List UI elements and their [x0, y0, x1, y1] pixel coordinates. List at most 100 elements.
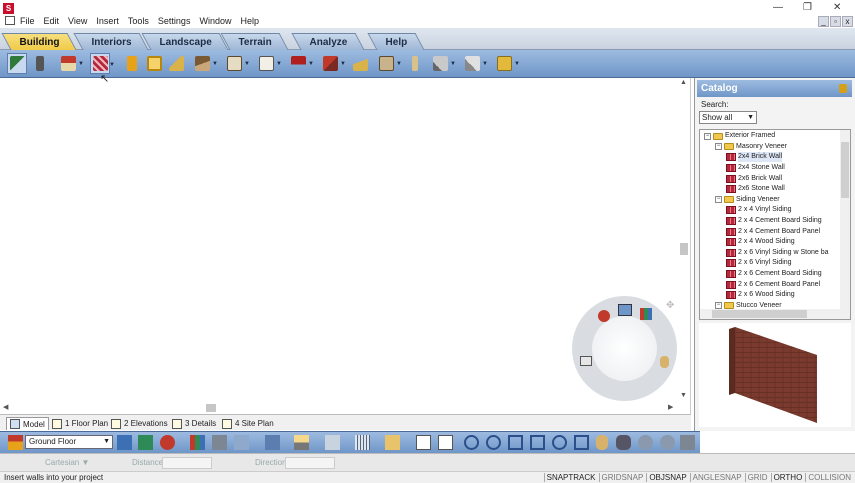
close-icon[interactable]: ✕: [833, 2, 841, 13]
export-icon[interactable]: [438, 435, 453, 450]
2d-grid-icon[interactable]: [138, 435, 153, 450]
tree-vertical-scrollbar[interactable]: [840, 130, 850, 319]
tree-folder[interactable]: − Exterior Framed: [704, 131, 775, 142]
ceiling-icon[interactable]: ▼: [256, 53, 282, 74]
orbit-icon[interactable]: [638, 435, 653, 450]
2d-plan-icon[interactable]: [117, 435, 132, 450]
tab-interiors[interactable]: Interiors: [73, 33, 149, 50]
house-3d-icon[interactable]: [212, 435, 227, 450]
collision-toggle[interactable]: COLLISION: [805, 473, 853, 482]
search-filter-select[interactable]: Show all ▼: [699, 111, 757, 124]
tree-item[interactable]: 2 x 6 Wood Siding: [726, 290, 795, 301]
zoom-in-icon[interactable]: [464, 435, 479, 450]
menu-view[interactable]: View: [68, 16, 87, 26]
ortho-toggle[interactable]: ORTHO: [770, 473, 805, 482]
zoom-extents-icon[interactable]: [580, 356, 592, 366]
objsnap-toggle[interactable]: OBJSNAP: [646, 473, 688, 482]
house-outline-icon[interactable]: [234, 435, 249, 450]
railing-icon[interactable]: [350, 53, 370, 74]
foundation-icon[interactable]: ▼: [462, 53, 488, 74]
cabinet-icon[interactable]: ▼: [224, 53, 250, 74]
tree-scroll-thumb[interactable]: [841, 142, 849, 198]
catalog-tree[interactable]: − Exterior Framed − Masonry Veneer 2x4 Brick…: [699, 129, 851, 320]
scroll-right-icon[interactable]: ▶: [668, 403, 673, 411]
menu-window[interactable]: Window: [199, 16, 231, 26]
pan-hand-icon[interactable]: [660, 356, 669, 368]
scroll-up-icon[interactable]: ▲: [680, 79, 687, 86]
drawing-area[interactable]: ▲ ▼ ◀ ▶ ✥ ↖: [0, 73, 691, 414]
restore-icon[interactable]: ❐: [803, 2, 812, 13]
box-icon[interactable]: [385, 435, 400, 450]
tree-folder[interactable]: − Siding Veneer: [715, 195, 780, 206]
window-icon[interactable]: [144, 53, 164, 74]
framing-icon[interactable]: ▼: [430, 53, 456, 74]
tree-folder[interactable]: − Masonry Veneer: [715, 142, 787, 153]
menu-file[interactable]: File: [20, 16, 35, 26]
collapse-toggle-icon[interactable]: −: [704, 132, 711, 140]
walkthrough-icon[interactable]: [616, 435, 631, 450]
layout-tab-details[interactable]: 3 Details: [169, 417, 219, 430]
vertical-scrollbar[interactable]: ▲ ▼: [678, 78, 690, 402]
menu-tools[interactable]: Tools: [128, 16, 149, 26]
pan-hand-icon[interactable]: [596, 435, 608, 450]
plan-view-icon[interactable]: [618, 304, 632, 316]
paintbrush-icon[interactable]: [30, 53, 50, 74]
layers-icon[interactable]: [190, 435, 205, 450]
tree-item[interactable]: 2 x 6 Cement Board Panel: [726, 279, 820, 290]
roof-view-icon[interactable]: [265, 435, 280, 450]
tree-item[interactable]: 2 x 4 Cement Board Siding: [726, 216, 822, 227]
tree-item[interactable]: 2 x 6 Cement Board Siding: [726, 269, 822, 280]
tab-terrain[interactable]: Terrain: [220, 33, 289, 50]
scroll-left-icon[interactable]: ◀: [3, 403, 8, 411]
horizontal-scrollbar[interactable]: ◀ ▶: [0, 402, 678, 414]
zoom-previous-icon[interactable]: [552, 435, 567, 450]
anglesnap-toggle[interactable]: ANGLESNAP: [689, 473, 744, 482]
collapse-toggle-icon[interactable]: −: [715, 143, 722, 151]
camera-icon[interactable]: [325, 435, 340, 450]
tree-item[interactable]: 2 x 4 Cement Board Panel: [726, 226, 820, 237]
tree-folder[interactable]: − Stucco Veneer: [715, 301, 782, 312]
select-pointer-icon[interactable]: [7, 53, 27, 74]
layout-tab-floor-plan[interactable]: 1 Floor Plan: [49, 417, 111, 430]
navigation-wheel[interactable]: [572, 296, 677, 401]
wall-tool-icon[interactable]: ▼: [90, 53, 115, 74]
tab-building[interactable]: Building: [1, 33, 77, 50]
document-icon[interactable]: [5, 16, 15, 25]
lamp-icon[interactable]: [294, 435, 309, 450]
3d-view-icon[interactable]: [598, 310, 610, 322]
wall-section-icon[interactable]: [355, 435, 370, 450]
tree-item[interactable]: 2 x 6 Vinyl Siding: [726, 258, 792, 269]
print-preview-icon[interactable]: [416, 435, 431, 450]
layout-tab-model[interactable]: Model: [6, 417, 49, 430]
roof-red-icon[interactable]: ▼: [288, 53, 314, 74]
scroll-down-icon[interactable]: ▼: [680, 392, 687, 399]
zoom-out-icon[interactable]: [486, 435, 501, 450]
door-icon[interactable]: [122, 53, 142, 74]
house-floors-icon[interactable]: [8, 435, 23, 450]
snaptrack-toggle[interactable]: SNAPTRACK: [543, 473, 598, 482]
zoom-fit-icon[interactable]: [530, 435, 545, 450]
tree-item[interactable]: 2x6 Stone Wall: [726, 184, 785, 195]
grid-toggle[interactable]: GRID: [744, 473, 770, 482]
molding-icon[interactable]: ▼: [494, 53, 520, 74]
menu-edit[interactable]: Edit: [44, 16, 60, 26]
tree-item[interactable]: 2 x 6 Vinyl Siding w Stone ba: [726, 248, 829, 259]
tree-item[interactable]: 2x4 Stone Wall: [726, 163, 785, 174]
vertical-scroll-thumb[interactable]: [680, 243, 688, 255]
floor-select[interactable]: Ground Floor ▼: [25, 435, 113, 449]
lock-icon[interactable]: [839, 84, 847, 93]
horizontal-scroll-thumb[interactable]: [206, 404, 216, 412]
menu-insert[interactable]: Insert: [96, 16, 119, 26]
tab-landscape[interactable]: Landscape: [141, 33, 229, 50]
deck-icon[interactable]: ▼: [376, 53, 402, 74]
settings-icon[interactable]: [680, 435, 695, 450]
tab-help[interactable]: Help: [367, 33, 425, 50]
layout-tab-site-plan[interactable]: 4 Site Plan: [219, 417, 277, 430]
collapse-toggle-icon[interactable]: −: [715, 196, 722, 204]
tree-hscroll-thumb[interactable]: [712, 310, 807, 318]
navigation-wheel-center[interactable]: [592, 316, 657, 381]
direction-input[interactable]: [285, 457, 335, 469]
collapse-toggle-icon[interactable]: −: [715, 302, 722, 310]
column-icon[interactable]: [405, 53, 425, 74]
gridsnap-toggle[interactable]: GRIDSNAP: [598, 473, 646, 482]
